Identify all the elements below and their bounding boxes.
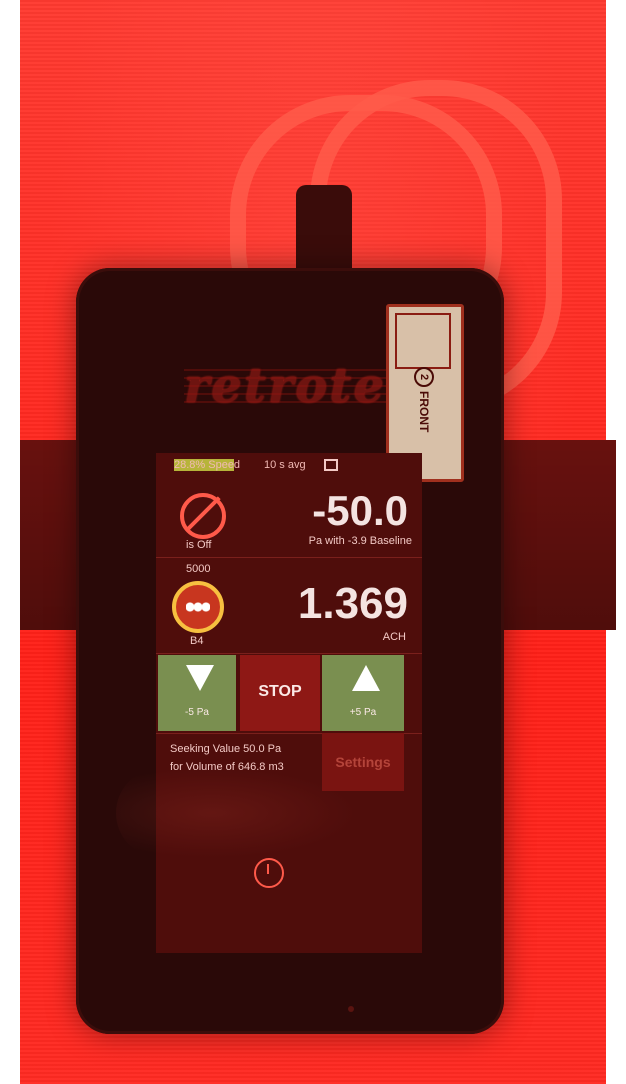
arrow-down-icon xyxy=(186,665,214,691)
seek-value-label: Seeking Value 50.0 Pa xyxy=(170,743,282,755)
control-row: -5 Pa STOP +5 Pa xyxy=(156,653,422,733)
ring-name-label: B4 xyxy=(190,635,204,647)
sticker-number: 2 xyxy=(414,367,434,387)
cable-connector xyxy=(296,185,352,280)
fan-off-icon xyxy=(180,493,226,539)
pressure-row[interactable]: is Off -50.0 Pa with -3.9 Baseline xyxy=(156,485,422,557)
flow-row[interactable]: 5000 B4 1.369 ACH xyxy=(156,563,422,653)
fan-status-label: is Off xyxy=(186,539,212,551)
pressure-label: Pa with -3.9 Baseline xyxy=(308,535,412,547)
sticker-diagram xyxy=(395,313,451,369)
decrease-pressure-button[interactable]: -5 Pa xyxy=(158,655,236,731)
arrow-up-icon xyxy=(352,665,380,691)
touch-screen: 28.8% Speed 10 s avg is Off -50.0 Pa wit… xyxy=(156,453,422,953)
flow-ring-dots xyxy=(186,601,210,613)
power-icon[interactable] xyxy=(254,858,284,888)
sticker-label: FRONT xyxy=(417,391,431,433)
increase-pressure-button[interactable]: +5 Pa xyxy=(322,655,404,731)
ach-unit: ACH xyxy=(382,631,406,643)
stop-button[interactable]: STOP xyxy=(240,655,320,731)
increase-label: +5 Pa xyxy=(349,707,377,718)
camera-sensor xyxy=(348,1006,354,1012)
status-bar: 28.8% Speed 10 s avg xyxy=(174,459,414,477)
left-frame-edge xyxy=(0,0,20,1084)
ach-value: 1.369 xyxy=(297,579,408,628)
divider xyxy=(156,557,422,558)
avg-label[interactable]: 10 s avg xyxy=(264,459,306,471)
flow-ring-icon[interactable] xyxy=(172,581,224,633)
decrease-label: -5 Pa xyxy=(185,707,209,718)
stop-label: STOP xyxy=(258,683,302,700)
speed-label: 28.8% Speed xyxy=(174,459,241,471)
hand-reflection xyxy=(116,768,356,858)
pressure-value: -50.0 xyxy=(312,487,408,534)
gauge-device: retrotec 2 FRONT 28.8% Speed 10 s avg is… xyxy=(76,268,504,1034)
ring-code-label: 5000 xyxy=(186,563,211,575)
network-icon xyxy=(324,459,338,471)
